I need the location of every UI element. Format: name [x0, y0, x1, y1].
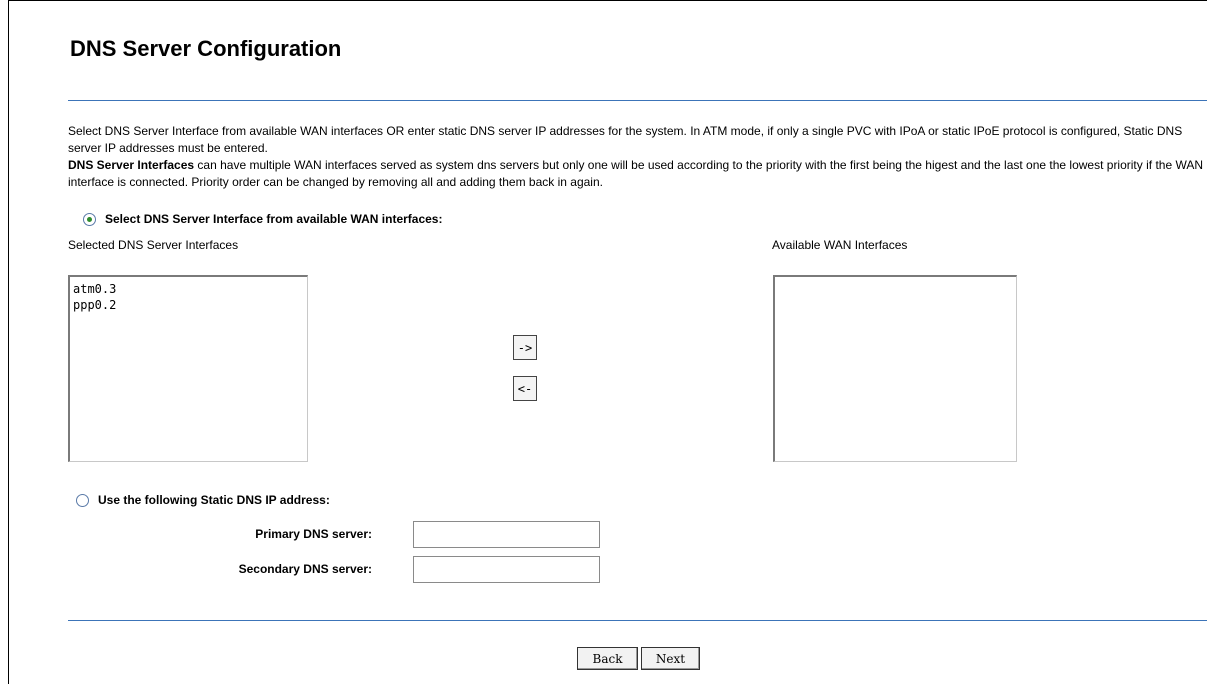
description-paragraph-2-text: can have multiple WAN interfaces served …: [68, 158, 1204, 189]
description-bold-term: DNS Server Interfaces: [68, 158, 195, 172]
page-title: DNS Server Configuration: [70, 36, 342, 61]
selected-interfaces-listbox[interactable]: atm0.3 ppp0.2: [68, 275, 308, 462]
add-interface-button[interactable]: ->: [513, 335, 537, 360]
primary-dns-input[interactable]: [413, 521, 600, 548]
page-frame-top: [8, 0, 1207, 1]
description-paragraph-1: Select DNS Server Interface from availab…: [68, 124, 1183, 155]
next-button[interactable]: Next: [641, 647, 700, 670]
static-dns-label: Use the following Static DNS IP address:: [98, 493, 330, 507]
description-paragraph-2: DNS Server Interfaces can have multiple …: [68, 157, 1204, 191]
static-dns-option[interactable]: Use the following Static DNS IP address:: [76, 493, 330, 507]
description: Select DNS Server Interface from availab…: [68, 123, 1204, 191]
page-frame-left: [8, 0, 9, 684]
back-button[interactable]: Back: [577, 647, 638, 670]
list-option[interactable]: atm0.3: [72, 281, 305, 297]
interface-mode-option[interactable]: Select DNS Server Interface from availab…: [83, 212, 442, 226]
secondary-dns-label: Secondary DNS server:: [238, 562, 372, 576]
available-interfaces-listbox[interactable]: [773, 275, 1017, 462]
secondary-dns-input[interactable]: [413, 556, 600, 583]
selected-interfaces-label: Selected DNS Server Interfaces: [68, 238, 239, 252]
interface-mode-label: Select DNS Server Interface from availab…: [105, 212, 443, 226]
primary-dns-label: Primary DNS server:: [255, 527, 372, 541]
interface-mode-radio[interactable]: [83, 212, 96, 226]
title-divider: [68, 100, 1207, 101]
static-dns-radio[interactable]: [76, 493, 89, 507]
remove-interface-button[interactable]: <-: [513, 376, 537, 401]
footer-divider: [68, 620, 1207, 621]
available-interfaces-label: Available WAN Interfaces: [772, 238, 908, 252]
list-option[interactable]: ppp0.2: [72, 297, 305, 313]
